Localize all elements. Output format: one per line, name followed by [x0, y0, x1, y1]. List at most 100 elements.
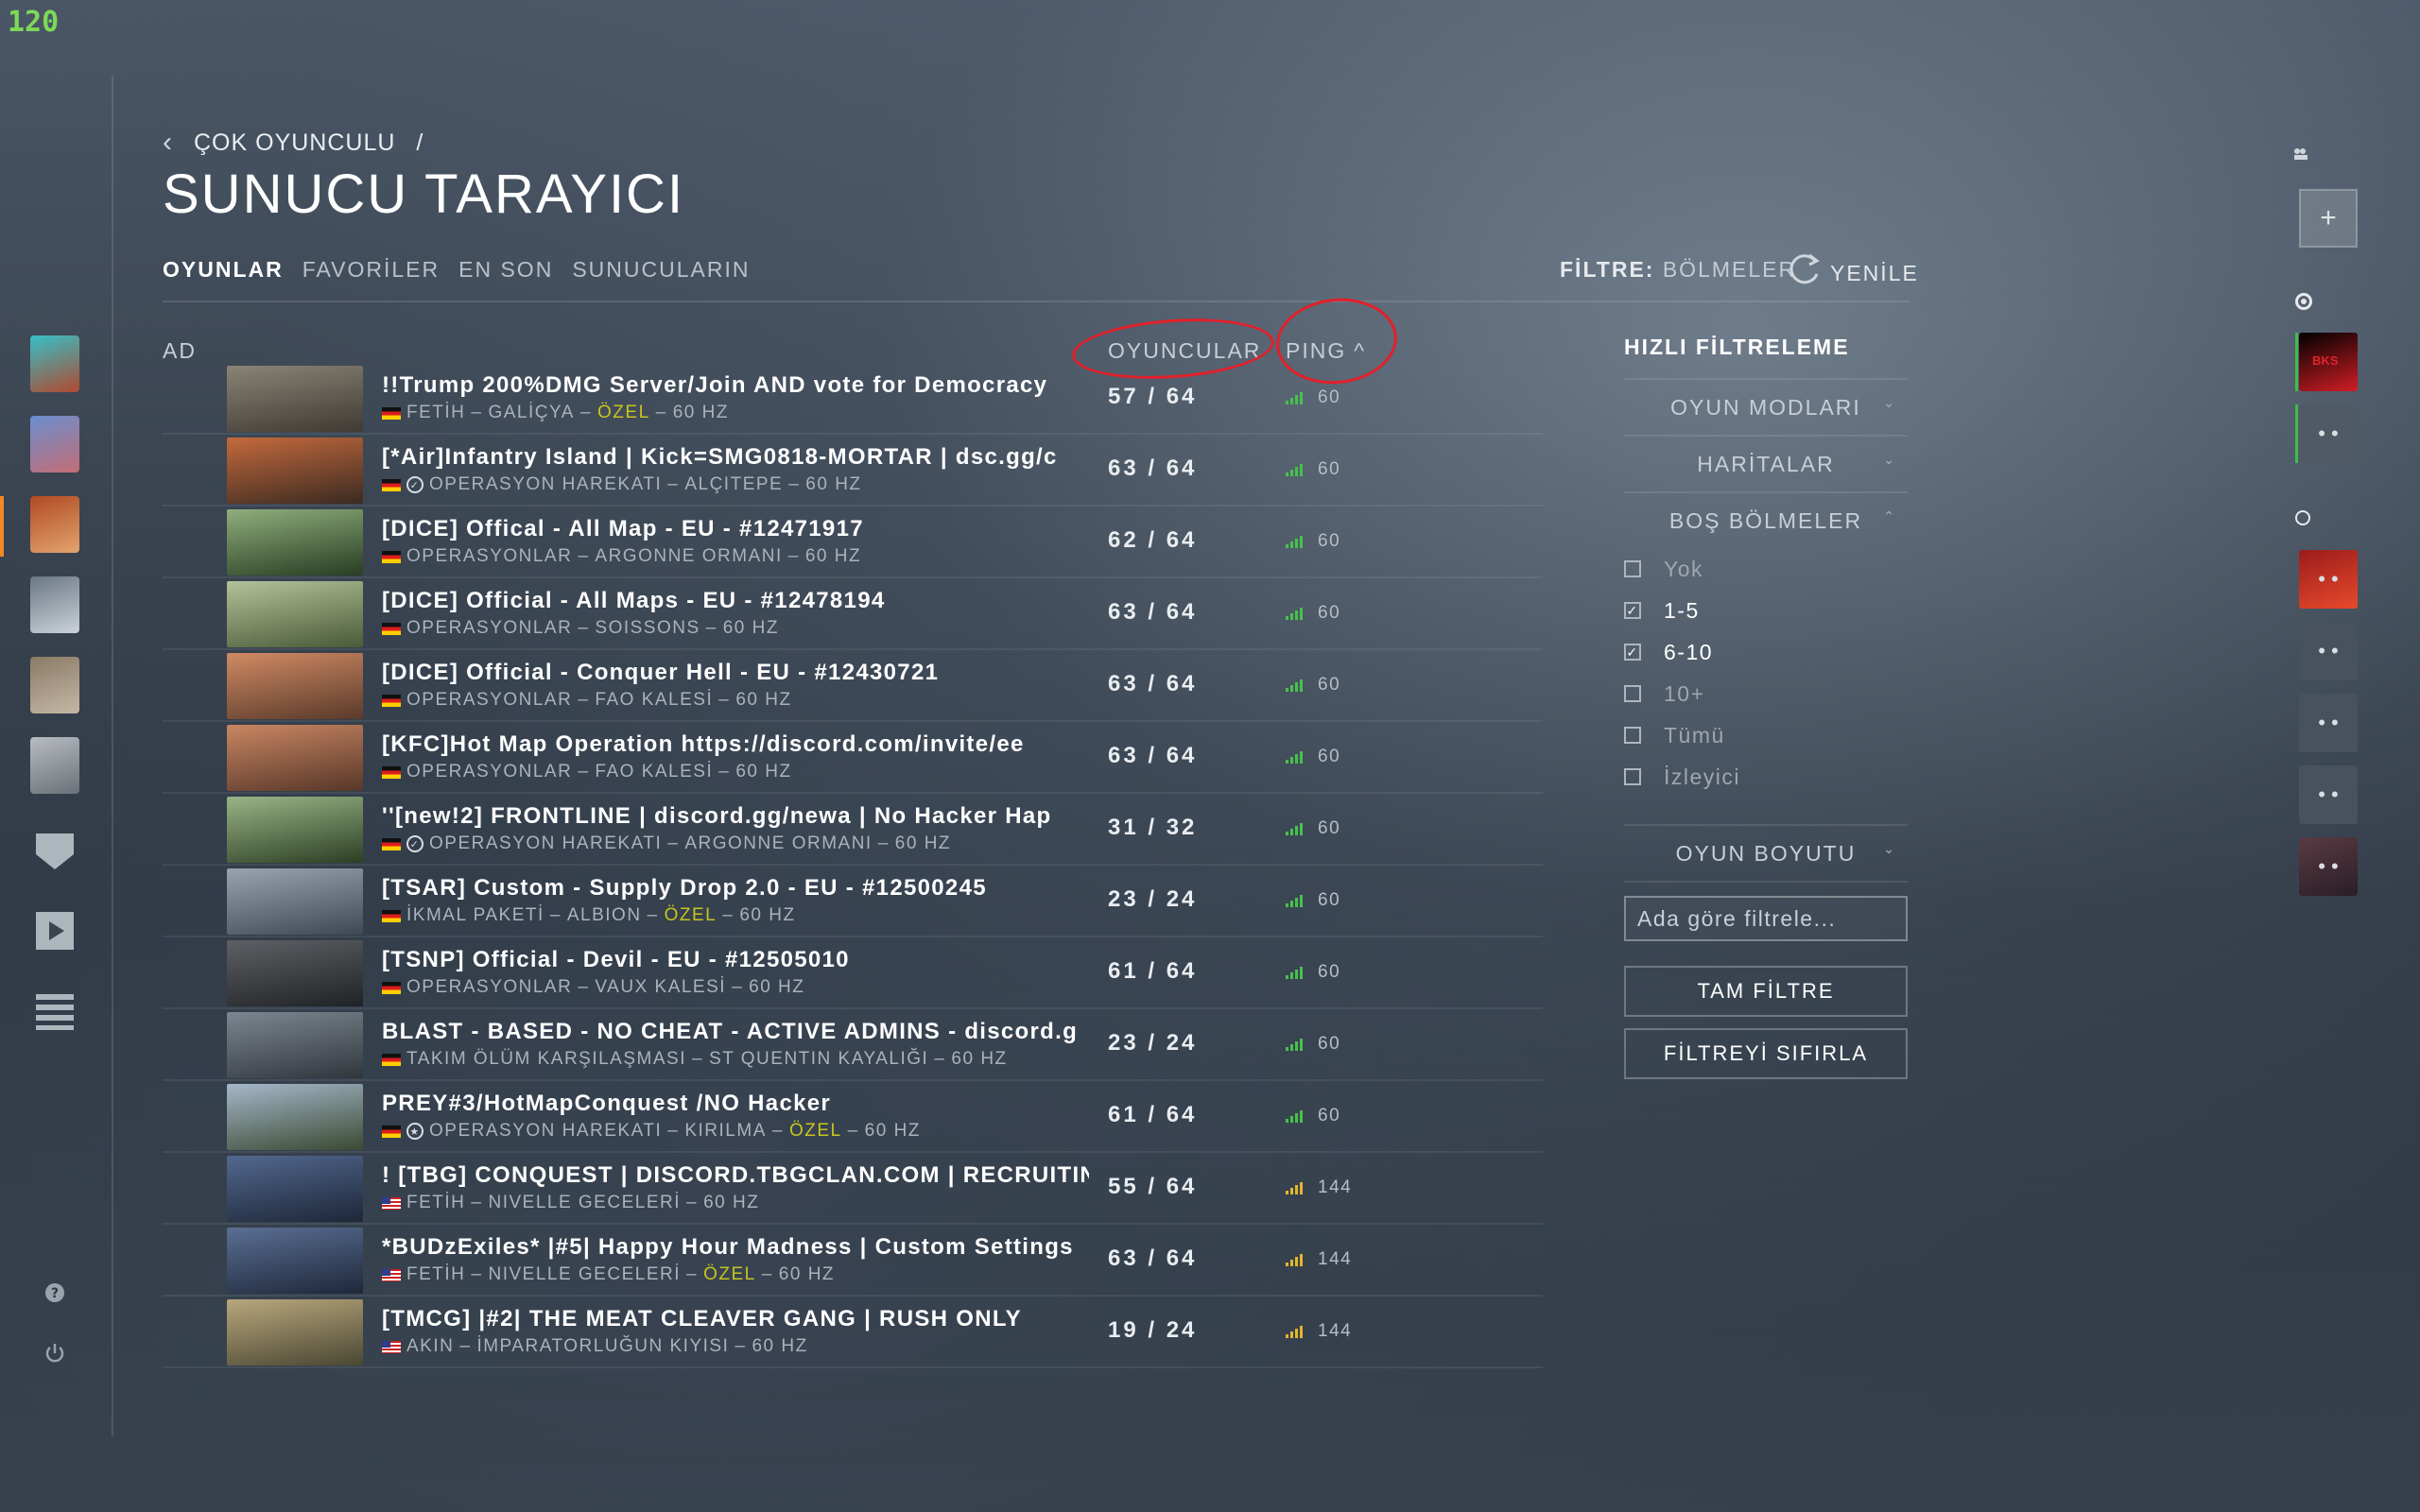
- checkbox[interactable]: [1624, 768, 1641, 785]
- server-tickrate: 60 HZ: [864, 1121, 921, 1141]
- server-details: OPERASYONLAR – FAO KALESİ –60 HZ: [382, 690, 792, 711]
- slot-option-label: 10+: [1664, 680, 1705, 706]
- server-sep: –: [667, 474, 680, 494]
- server-row[interactable]: [TSNP] Official - Devil - EU - #12505010…: [163, 937, 1543, 1009]
- server-row[interactable]: !!Trump 200%DMG Server/Join AND vote for…: [163, 363, 1543, 435]
- server-row[interactable]: [KFC]Hot Map Operation https://discord.c…: [163, 722, 1543, 794]
- server-row[interactable]: PREY#3/HotMapConquest /NO Hacker ★ OPERASY…: [163, 1081, 1543, 1153]
- nav-item-soldier-5[interactable]: [30, 657, 79, 713]
- map-thumbnail: [227, 725, 363, 791]
- checkbox[interactable]: [1624, 727, 1641, 744]
- server-sep: –: [578, 546, 590, 566]
- server-custom-tag: ÖZEL: [788, 1121, 842, 1141]
- squad-member-avatar[interactable]: BKS: [2295, 333, 2358, 391]
- server-sep: –: [788, 474, 801, 494]
- squad-member-avatar[interactable]: • •: [2299, 622, 2358, 680]
- section-empty-slots[interactable]: BOŞ BÖLMELER ⌃: [1624, 493, 1908, 548]
- nav-item-soldier-2[interactable]: [30, 416, 79, 472]
- server-tickrate: 60 HZ: [805, 474, 862, 494]
- default-avatar-icon: • •: [2318, 854, 2339, 878]
- slot-option-label: 6-10: [1664, 639, 1714, 664]
- party-icon[interactable]: [2293, 147, 2310, 161]
- map-thumbnail: [227, 509, 363, 576]
- slot-option-label: İzleyici: [1664, 764, 1741, 789]
- squad-member-avatar[interactable]: • •: [2299, 765, 2358, 824]
- slot-option[interactable]: Tümü: [1624, 714, 1908, 756]
- breadcrumb-parent[interactable]: ÇOK OYUNCULU: [194, 129, 395, 157]
- server-sep: –: [579, 403, 593, 422]
- server-map: FAO KALESİ: [595, 762, 714, 782]
- server-mode: OPERASYON HAREKATI: [429, 1121, 663, 1141]
- menu-list-icon[interactable]: [34, 990, 76, 1032]
- server-map: GALİÇYA: [488, 403, 575, 422]
- server-sep: –: [647, 905, 659, 925]
- server-row[interactable]: [TMCG] |#2| THE MEAT CLEAVER GANG | RUSH…: [163, 1297, 1543, 1368]
- filter-indicator[interactable]: FİLTRE: BÖLMELER: [1560, 257, 1796, 283]
- server-row[interactable]: BLAST - BASED - NO CHEAT - ACTIVE ADMINS…: [163, 1009, 1543, 1081]
- full-filter-button[interactable]: TAM FİLTRE: [1624, 966, 1908, 1017]
- checkbox[interactable]: [1624, 560, 1641, 577]
- slot-option[interactable]: Yok: [1624, 548, 1908, 590]
- server-players: 55 / 64: [1108, 1174, 1198, 1199]
- tab-favorites[interactable]: FAVORİLER: [302, 257, 440, 283]
- squad-member-avatar[interactable]: • •: [2299, 550, 2358, 609]
- help-icon[interactable]: ?: [43, 1281, 66, 1304]
- map-thumbnail: [227, 366, 363, 432]
- checkbox[interactable]: [1624, 685, 1641, 702]
- signal-strength-icon: [1286, 607, 1303, 620]
- server-details: OPERASYONLAR – FAO KALESİ –60 HZ: [382, 762, 792, 782]
- section-game-size[interactable]: OYUN BOYUTU ⌄: [1624, 826, 1908, 881]
- tab-recent[interactable]: EN SON: [458, 257, 553, 283]
- tab-servers[interactable]: SUNUCULARIN: [572, 257, 750, 283]
- server-players: 62 / 64: [1108, 527, 1198, 553]
- server-map: ALBION: [566, 905, 642, 925]
- server-name: [KFC]Hot Map Operation https://discord.c…: [382, 731, 1025, 757]
- name-filter-input[interactable]: Ada göre filtrele...: [1624, 896, 1908, 941]
- checkbox[interactable]: ✓: [1624, 602, 1641, 619]
- reset-filter-button[interactable]: FİLTREYİ SIFIRLA: [1624, 1028, 1908, 1079]
- squad-member-avatar[interactable]: • •: [2299, 694, 2358, 752]
- tab-games[interactable]: OYUNLAR: [163, 257, 284, 283]
- refresh-button[interactable]: YENİLE: [1783, 249, 1919, 297]
- shield-icon[interactable]: [34, 830, 76, 871]
- server-row[interactable]: ''[new!2] FRONTLINE | discord.gg/newa | …: [163, 794, 1543, 866]
- server-players: 63 / 64: [1108, 599, 1198, 625]
- server-row[interactable]: [*Air]Infantry Island | Kick=SMG0818-MOR…: [163, 435, 1543, 507]
- nav-item-soldier-1[interactable]: [30, 335, 79, 392]
- slot-option[interactable]: ✓ 6-10: [1624, 631, 1908, 673]
- server-sep: –: [686, 1264, 699, 1284]
- squad-member-avatar[interactable]: • •: [2295, 404, 2358, 463]
- server-row[interactable]: [TSAR] Custom - Supply Drop 2.0 - EU - #…: [163, 866, 1543, 937]
- column-header-name[interactable]: AD: [163, 338, 197, 364]
- section-game-modes-label: OYUN MODLARI: [1670, 394, 1861, 420]
- server-row[interactable]: ! [TBG] CONQUEST | DISCORD.TBGCLAN.COM |…: [163, 1153, 1543, 1225]
- server-details: TAKIM ÖLÜM KARŞILAŞMASI – ST QUENTIN KAYAL…: [382, 1049, 1008, 1070]
- map-thumbnail: [227, 797, 363, 863]
- checkbox[interactable]: ✓: [1624, 644, 1641, 661]
- slot-option[interactable]: İzleyici: [1624, 756, 1908, 798]
- server-details: AKIN – İMPARATORLUĞUN KIYISI –60 HZ: [382, 1336, 808, 1357]
- server-ping: 60: [1318, 675, 1341, 695]
- star-badge-icon: ★: [406, 1123, 424, 1140]
- nav-item-soldier-6[interactable]: [30, 737, 79, 794]
- server-row[interactable]: [DICE] Official - All Maps - EU - #12478…: [163, 578, 1543, 650]
- slot-option[interactable]: 10+: [1624, 673, 1908, 714]
- play-icon[interactable]: [34, 910, 76, 952]
- server-players: 63 / 64: [1108, 671, 1198, 696]
- nav-item-soldier-4[interactable]: [30, 576, 79, 633]
- section-game-modes[interactable]: OYUN MODLARI ⌄: [1624, 380, 1908, 435]
- slot-option[interactable]: ✓ 1-5: [1624, 590, 1908, 631]
- server-row[interactable]: *BUDzExiles* |#5| Happy Hour Madness | C…: [163, 1225, 1543, 1297]
- server-players: 19 / 24: [1108, 1317, 1198, 1343]
- squad-member-avatar[interactable]: • •: [2299, 837, 2358, 896]
- back-chevron-icon[interactable]: ‹: [163, 127, 173, 159]
- section-maps[interactable]: HARİTALAR ⌄: [1624, 437, 1908, 491]
- server-row[interactable]: [DICE] Offical - All Map - EU - #1247191…: [163, 507, 1543, 578]
- default-avatar-icon: • •: [2318, 782, 2339, 806]
- add-friend-button[interactable]: +: [2299, 189, 2358, 248]
- power-icon[interactable]: [43, 1342, 66, 1365]
- nav-item-multiplayer[interactable]: [0, 496, 79, 557]
- server-row[interactable]: [DICE] Official - Conquer Hell - EU - #1…: [163, 650, 1543, 722]
- filter-value: BÖLMELER: [1662, 257, 1797, 282]
- server-tickrate: 60 HZ: [749, 977, 805, 997]
